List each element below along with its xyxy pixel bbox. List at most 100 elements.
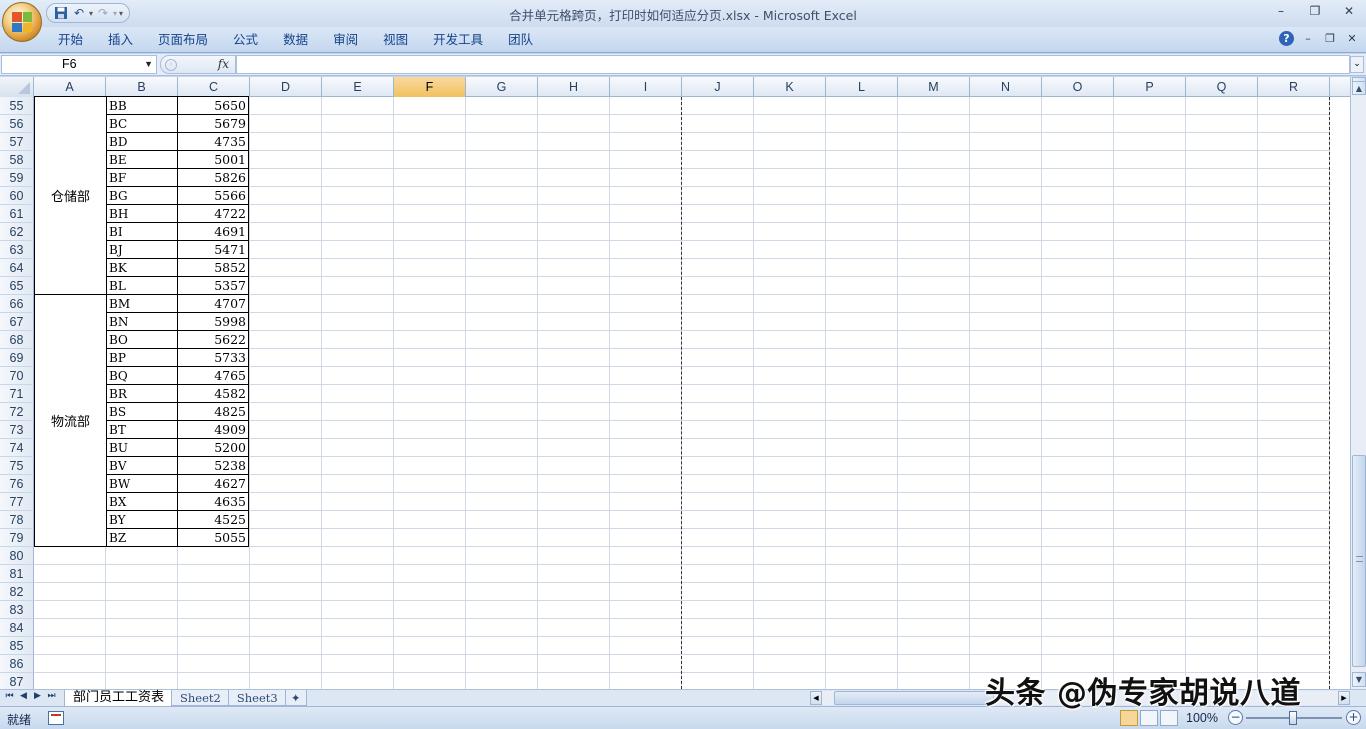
formula-input[interactable] <box>236 55 1350 74</box>
row-header-61[interactable]: 61 <box>0 205 34 223</box>
redo-icon[interactable]: ↷ <box>95 5 111 21</box>
cell-salary[interactable]: 4735 <box>177 133 249 151</box>
column-header-q[interactable]: Q <box>1186 77 1258 97</box>
cell-salary[interactable]: 4707 <box>177 295 249 313</box>
macro-record-icon[interactable] <box>48 711 64 725</box>
row-header-74[interactable]: 74 <box>0 439 34 457</box>
row-header-67[interactable]: 67 <box>0 313 34 331</box>
row-header-78[interactable]: 78 <box>0 511 34 529</box>
cell-salary[interactable]: 5622 <box>177 331 249 349</box>
cell-code[interactable]: BQ <box>106 367 178 385</box>
sheet-tab-salary[interactable]: 部门员工工资表 <box>64 690 174 707</box>
row-header-64[interactable]: 64 <box>0 259 34 277</box>
cell-salary[interactable]: 4627 <box>177 475 249 493</box>
cell-salary[interactable]: 5733 <box>177 349 249 367</box>
row-header-80[interactable]: 80 <box>0 547 34 565</box>
cell-code[interactable]: BS <box>106 403 178 421</box>
cell-salary[interactable]: 5200 <box>177 439 249 457</box>
cell-salary[interactable]: 4722 <box>177 205 249 223</box>
column-header-a[interactable]: A <box>34 77 106 97</box>
cell-salary[interactable]: 5852 <box>177 259 249 277</box>
row-header-55[interactable]: 55 <box>0 97 34 115</box>
column-header-n[interactable]: N <box>970 77 1042 97</box>
row-header-83[interactable]: 83 <box>0 601 34 619</box>
column-header-e[interactable]: E <box>322 77 394 97</box>
undo-dropdown-icon[interactable]: ▾ <box>89 9 93 18</box>
next-sheet-icon[interactable]: ▶ <box>32 691 43 701</box>
horizontal-scroll-thumb[interactable] <box>834 691 994 705</box>
scroll-left-icon[interactable]: ◀ <box>810 691 822 705</box>
cell-salary[interactable]: 5650 <box>177 96 249 115</box>
cell-code[interactable]: BZ <box>106 529 178 547</box>
cell-code[interactable]: BK <box>106 259 178 277</box>
cell-salary[interactable]: 5998 <box>177 313 249 331</box>
cell-code[interactable]: BU <box>106 439 178 457</box>
workbook-close-button[interactable]: ✕ <box>1344 32 1360 45</box>
office-button[interactable] <box>2 2 42 42</box>
cell-salary[interactable]: 5826 <box>177 169 249 187</box>
row-header-63[interactable]: 63 <box>0 241 34 259</box>
column-header-j[interactable]: J <box>682 77 754 97</box>
column-header-p[interactable]: P <box>1114 77 1186 97</box>
cell-code[interactable]: BG <box>106 187 178 205</box>
zoom-in-icon[interactable]: + <box>1346 710 1361 725</box>
cell-code[interactable]: BI <box>106 223 178 241</box>
cell-code[interactable]: BT <box>106 421 178 439</box>
cell-code[interactable]: BH <box>106 205 178 223</box>
ribbon-tab-7[interactable]: 开发工具 <box>422 31 494 49</box>
cell-code[interactable]: BD <box>106 133 178 151</box>
restore-button[interactable]: ❐ <box>1298 0 1332 22</box>
column-header-m[interactable]: M <box>898 77 970 97</box>
normal-view-icon[interactable] <box>1120 710 1138 726</box>
ribbon-tab-0[interactable]: 开始 <box>47 31 94 49</box>
cell-code[interactable]: BN <box>106 313 178 331</box>
row-header-66[interactable]: 66 <box>0 295 34 313</box>
cell-salary[interactable]: 4909 <box>177 421 249 439</box>
ribbon-tab-8[interactable]: 团队 <box>497 31 544 49</box>
row-header-71[interactable]: 71 <box>0 385 34 403</box>
row-header-72[interactable]: 72 <box>0 403 34 421</box>
column-header-r[interactable]: R <box>1258 77 1330 97</box>
prev-sheet-icon[interactable]: ◀ <box>18 691 29 701</box>
select-all-corner[interactable] <box>0 77 34 97</box>
minimize-button[interactable]: – <box>1264 0 1298 22</box>
merged-department-cell[interactable]: 物流部 <box>34 294 106 547</box>
cell-salary[interactable]: 4691 <box>177 223 249 241</box>
insert-sheet-icon[interactable]: ✦ <box>284 690 307 706</box>
cell-code[interactable]: BJ <box>106 241 178 259</box>
cell-salary[interactable]: 4582 <box>177 385 249 403</box>
row-header-62[interactable]: 62 <box>0 223 34 241</box>
row-header-58[interactable]: 58 <box>0 151 34 169</box>
formula-expand-icon[interactable]: ⌄ <box>1350 56 1364 73</box>
cell-salary[interactable]: 4635 <box>177 493 249 511</box>
row-header-70[interactable]: 70 <box>0 367 34 385</box>
row-header-59[interactable]: 59 <box>0 169 34 187</box>
workbook-restore-button[interactable]: ❐ <box>1322 32 1338 45</box>
undo-icon[interactable]: ↶ <box>71 5 87 21</box>
cell-code[interactable]: BL <box>106 277 178 295</box>
column-header-d[interactable]: D <box>250 77 322 97</box>
scroll-down-icon[interactable]: ▼ <box>1352 672 1366 687</box>
cell-code[interactable]: BP <box>106 349 178 367</box>
column-header-h[interactable]: H <box>538 77 610 97</box>
cell-code[interactable]: BM <box>106 295 178 313</box>
ribbon-tab-6[interactable]: 视图 <box>372 31 419 49</box>
ribbon-tab-3[interactable]: 公式 <box>222 31 269 49</box>
cell-code[interactable]: BB <box>106 96 178 115</box>
row-header-84[interactable]: 84 <box>0 619 34 637</box>
cell-salary[interactable]: 5357 <box>177 277 249 295</box>
cell-salary[interactable]: 5001 <box>177 151 249 169</box>
cell-salary[interactable]: 4825 <box>177 403 249 421</box>
cell-code[interactable]: BC <box>106 115 178 133</box>
page-layout-view-icon[interactable] <box>1140 710 1158 726</box>
cell-salary[interactable]: 4525 <box>177 511 249 529</box>
row-header-75[interactable]: 75 <box>0 457 34 475</box>
cell-code[interactable]: BF <box>106 169 178 187</box>
row-header-81[interactable]: 81 <box>0 565 34 583</box>
zoom-level[interactable]: 100% <box>1186 711 1218 725</box>
cell-code[interactable]: BO <box>106 331 178 349</box>
row-header-60[interactable]: 60 <box>0 187 34 205</box>
cell-salary[interactable]: 5566 <box>177 187 249 205</box>
name-box[interactable]: F6 ▼ <box>1 55 157 74</box>
column-header-o[interactable]: O <box>1042 77 1114 97</box>
